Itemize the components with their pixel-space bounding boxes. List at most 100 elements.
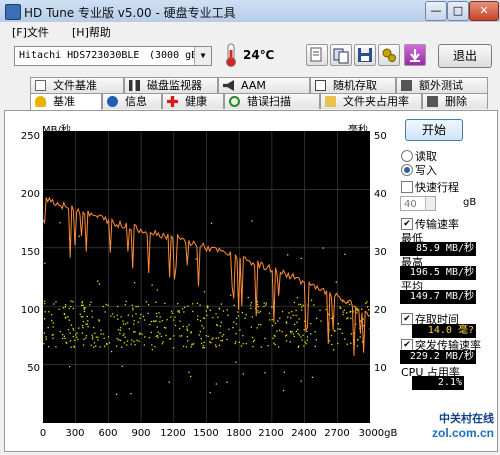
minimize-button[interactable]: — [425,1,447,21]
access-time-point [303,328,305,331]
access-time-point [289,341,291,343]
tab-health[interactable]: 健康 [162,93,224,109]
write-radio[interactable] [401,164,413,176]
access-time-point [344,253,346,255]
access-time-point [297,332,299,335]
access-time-point [263,305,265,308]
quick-scan-label: 快速行程 [415,181,459,194]
spinner-icon[interactable] [425,197,435,210]
tab-file-benchmark[interactable]: 文件基准 [30,77,124,93]
access-time-point [188,324,190,326]
access-time-point [93,346,95,348]
access-time-point [152,320,155,322]
quick-scan-checkbox[interactable] [401,181,413,193]
access-time-point [179,327,181,330]
quick-scan-input[interactable]: 40 [400,196,436,211]
access-time-point [151,344,153,346]
maximize-button[interactable]: □ [447,1,469,21]
copy-screen-button[interactable] [330,44,352,66]
access-time-point [64,304,67,306]
access-time-point [75,334,77,336]
access-time-point [286,322,288,324]
y-left-tick: 250 [20,131,40,142]
access-time-point [251,220,253,222]
access-time-point [300,303,302,306]
access-time-point [235,341,237,343]
access-time-point [283,371,286,373]
access-time-point [67,316,69,318]
start-button[interactable]: 开始 [405,119,463,141]
tab-erase[interactable]: 删除 [422,93,488,109]
access-time-point [314,330,316,333]
read-radio[interactable] [401,150,413,162]
copy-text-button[interactable] [306,44,328,66]
chart-icon [315,80,326,91]
access-time-point [133,319,135,322]
access-time-point [203,291,206,293]
access-time-point [53,303,55,305]
access-time-point [297,329,299,331]
access-time-point [134,344,136,346]
options-button[interactable] [378,44,400,66]
access-time-point [237,311,239,313]
menu-help[interactable]: [H]帮助 [72,24,111,40]
trash-icon [427,96,438,107]
chevron-down-icon[interactable]: ▼ [194,47,211,65]
access-time-point [215,383,217,385]
access-time-point [86,315,88,318]
transfer-rate-checkbox[interactable]: ✔ [401,218,413,230]
access-time-point [116,338,118,340]
access-time-point [320,320,322,322]
y-left-tick: 200 [20,189,40,200]
access-time-point [141,333,143,335]
access-time-point [333,330,336,332]
access-time-point [140,313,142,316]
access-time-point [264,337,266,340]
menu-file[interactable]: [F]文件 [12,24,49,40]
access-time-point [72,301,74,303]
access-time-point [368,309,370,311]
access-time-point [202,346,204,349]
access-time-point [121,365,123,368]
tab-random-access[interactable]: 随机存取 [310,77,396,93]
access-time-point [257,310,259,312]
tab-folder-usage[interactable]: 文件夹占用率 [320,93,422,109]
access-time-point [296,321,298,323]
drive-select[interactable]: Hitachi HDS723030BLE (3000 gB) ▼ [14,46,212,66]
tab-aam[interactable]: AAM [218,77,310,93]
tab-info[interactable]: 信息 [102,93,162,109]
access-time-point [61,334,64,336]
tab-extra-tests[interactable]: 额外测试 [396,77,488,93]
access-time-point [222,333,225,336]
exit-button[interactable]: 退出 [438,44,492,68]
access-time-point [260,324,262,326]
access-time-point [181,308,184,310]
access-time-point [237,315,240,317]
save-icon [358,48,372,62]
access-time-point [212,337,214,339]
tab-error-scan[interactable]: 错误扫描 [224,93,320,109]
access-time-point [150,331,152,334]
tab-benchmark[interactable]: 基准 [30,93,102,110]
save-button[interactable] [354,44,376,66]
x-tick: 900 [131,428,151,439]
access-time-point [366,301,368,303]
close-button[interactable]: ✕ [469,1,499,21]
access-time-point [155,335,157,337]
access-time-point [271,306,273,308]
access-time-point [130,343,132,345]
access-time-point [132,309,134,311]
access-time-point [174,324,177,327]
access-time-point [239,329,241,331]
access-time-point [197,315,199,317]
y-right-tick: 40 [374,189,387,200]
access-time-point [238,341,241,343]
benchmark-chart [43,131,370,423]
tab-disk-monitor[interactable]: 磁盘监视器 [124,77,218,93]
access-time-point [217,316,219,318]
access-time-point [122,320,124,322]
access-time-point [216,324,218,326]
download-button[interactable] [404,44,426,66]
access-time-point [292,333,294,335]
access-time-point [137,321,140,323]
